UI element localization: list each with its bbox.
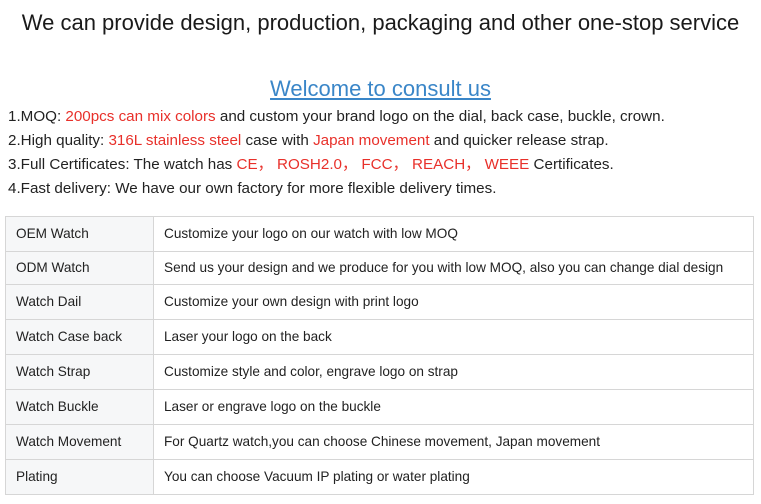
table-key-cell: Watch Strap: [5, 354, 154, 390]
table-key-cell: Watch Dail: [5, 284, 154, 320]
table-value-cell: Laser your logo on the back: [153, 319, 754, 355]
table-row: Watch Case back Laser your logo on the b…: [5, 319, 754, 355]
point-text: 1.MOQ:: [8, 108, 66, 125]
selling-point-moq: 1.MOQ: 200pcs can mix colors and custom …: [8, 105, 758, 129]
table-value-cell: Customize your own design with print log…: [153, 284, 754, 320]
table-row: OEM Watch Customize your logo on our wat…: [5, 216, 754, 252]
table-value-cell: Laser or engrave logo on the buckle: [153, 389, 754, 425]
point-text: 2.High quality:: [8, 132, 109, 149]
table-row: Watch Strap Customize style and color, e…: [5, 354, 754, 390]
table-key-cell: Watch Case back: [5, 319, 154, 355]
table-value-cell: For Quartz watch,you can choose Chinese …: [153, 424, 754, 460]
table-key-cell: Watch Movement: [5, 424, 154, 460]
table-value-cell: Customize your logo on our watch with lo…: [153, 216, 754, 252]
consult-link[interactable]: Welcome to consult us: [270, 76, 491, 101]
table-row: Watch Buckle Laser or engrave logo on th…: [5, 389, 754, 425]
table-value-cell: Customize style and color, engrave logo …: [153, 354, 754, 390]
customization-table: OEM Watch Customize your logo on our wat…: [5, 216, 754, 495]
table-row: Watch Movement For Quartz watch,you can …: [5, 424, 754, 460]
table-key-cell: OEM Watch: [5, 216, 154, 252]
table-row: Plating You can choose Vacuum IP plating…: [5, 459, 754, 495]
table-value-cell: You can choose Vacuum IP plating or wate…: [153, 459, 754, 495]
table-row: Watch Dail Customize your own design wit…: [5, 284, 754, 320]
selling-point-delivery: 4.Fast delivery: We have our own factory…: [8, 177, 758, 201]
table-row: ODM Watch Send us your design and we pro…: [5, 251, 754, 285]
selling-points-list: 1.MOQ: 200pcs can mix colors and custom …: [8, 105, 758, 201]
point-text: and quicker release strap.: [429, 132, 609, 149]
point-text: Certificates.: [529, 156, 614, 173]
consult-link-wrapper: Welcome to consult us: [0, 74, 761, 104]
table-key-cell: Plating: [5, 459, 154, 495]
table-key-cell: ODM Watch: [5, 251, 154, 285]
point-text: case with: [241, 132, 314, 149]
point-highlight: 316L stainless steel: [108, 132, 242, 149]
selling-point-quality: 2.High quality: 316L stainless steel cas…: [8, 129, 758, 153]
point-text: 3.Full Certificates: The watch has: [8, 156, 237, 173]
point-text: 4.Fast delivery: We have our own factory…: [8, 180, 497, 197]
point-highlight: 200pcs can mix colors: [65, 108, 216, 125]
selling-point-certificates: 3.Full Certificates: The watch has CE， R…: [8, 153, 758, 177]
point-highlight: Japan movement: [313, 132, 430, 149]
table-key-cell: Watch Buckle: [5, 389, 154, 425]
point-text: and custom your brand logo on the dial, …: [215, 108, 665, 125]
point-highlight: CE， ROSH2.0， FCC， REACH， WEEE: [236, 156, 530, 173]
table-value-cell: Send us your design and we produce for y…: [153, 251, 754, 285]
page-headline: We can provide design, production, packa…: [21, 10, 740, 35]
